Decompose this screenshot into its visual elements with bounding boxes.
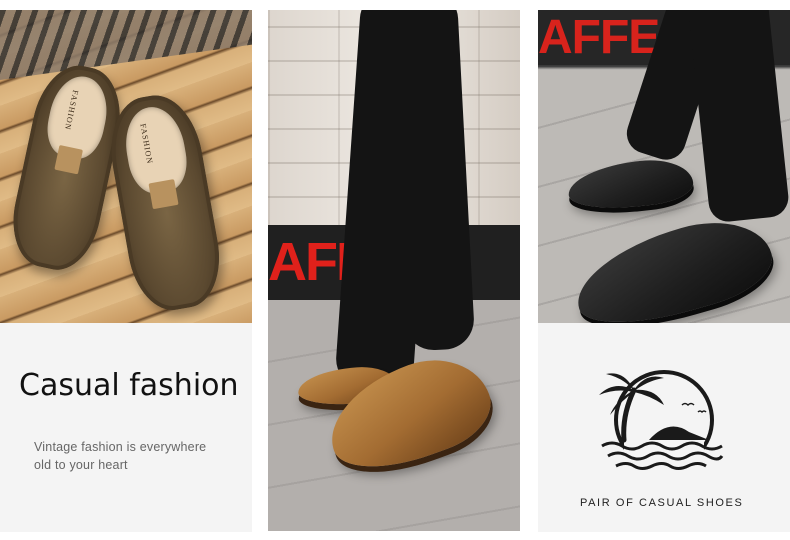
photo-walking-brown-loafers: AFFE P SC [268, 10, 520, 531]
loafer-tab [148, 179, 179, 209]
subtitle-line-2: old to your heart [34, 458, 128, 472]
loafer-left: FASHION [3, 58, 131, 277]
loafer-right: FASHION [102, 88, 228, 317]
photo-black-loafers: AFFE P [538, 10, 790, 323]
title-block: Casual fashion [19, 368, 239, 403]
pair-of-casual-shoes-caption: PAIR OF CASUAL SHOES [580, 497, 744, 509]
palm-tree-island-icon [599, 370, 724, 472]
railing-shadow [0, 10, 252, 80]
loafer-tab [54, 144, 84, 175]
subtitle-line-1: Vintage fashion is everywhere [34, 440, 207, 454]
photo-brown-loafers-top-view: FASHION FASHION [0, 10, 252, 323]
caption-left-panel [0, 323, 252, 532]
casual-fashion-title: Casual fashion [19, 368, 239, 403]
